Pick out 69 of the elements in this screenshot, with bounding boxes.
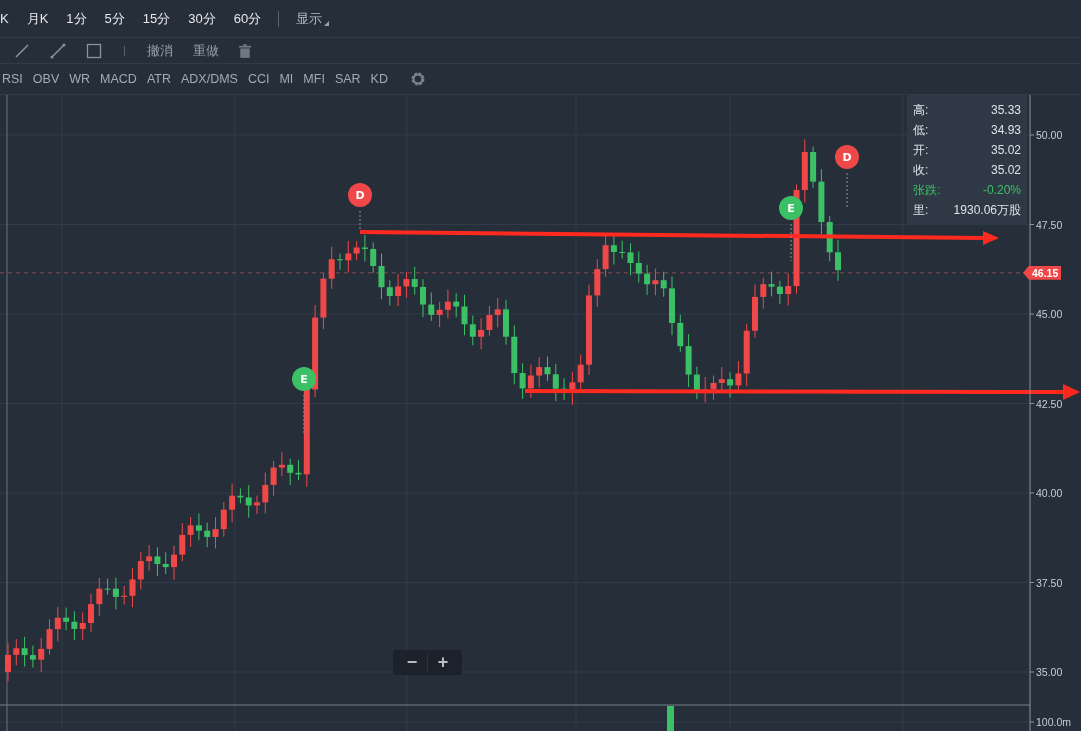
leader-line [303, 394, 305, 434]
zoom-out-button[interactable]: − [397, 650, 427, 675]
zoom-in-button[interactable]: + [428, 650, 458, 675]
marker-label: D [842, 151, 852, 164]
period-tab[interactable]: 60分 [233, 9, 262, 28]
indicator-tab[interactable]: OBV [30, 72, 62, 86]
info-value: 35.33 [990, 103, 1021, 117]
period-tab[interactable]: 5分 [104, 9, 125, 28]
candle [420, 278, 426, 318]
marker-label: E [787, 202, 795, 215]
info-value: -0.20% [982, 183, 1021, 197]
info-value: 34.93 [990, 123, 1021, 137]
info-label: 高: [913, 101, 929, 119]
info-label: 开: [913, 141, 929, 159]
candle [752, 283, 758, 339]
indicator-tab[interactable]: RSI [0, 72, 25, 86]
toolbar-action[interactable]: 撤消 [147, 41, 173, 60]
segment-tool-icon[interactable] [50, 42, 66, 59]
leader-line [790, 223, 792, 262]
toolbar-action[interactable]: 重做 [193, 41, 219, 60]
price-tick: 47.50 [1036, 218, 1063, 231]
price-tick: 37.50 [1036, 576, 1063, 589]
candle [503, 299, 509, 346]
period-tab[interactable]: 月K [26, 9, 49, 28]
info-label: 低: [913, 121, 929, 139]
rectangle-tool-icon[interactable] [86, 42, 102, 59]
price-tick: 42.50 [1036, 397, 1063, 410]
line-tool-icon[interactable] [14, 42, 30, 59]
period-tab[interactable]: 15分 [142, 9, 171, 28]
info-value: 35.02 [990, 163, 1021, 177]
candle [835, 239, 841, 282]
candle [171, 545, 177, 581]
marker-label: D [355, 189, 365, 202]
indicator-tab[interactable]: ADX/DMS [178, 72, 240, 86]
trash-icon[interactable] [239, 43, 251, 58]
info-label: 收: [913, 161, 929, 179]
candle [337, 253, 343, 271]
indicator-tab[interactable]: CCI [245, 72, 272, 86]
indicator-tab[interactable]: WR [67, 72, 93, 86]
info-value: 35.02 [990, 143, 1021, 157]
period-tab[interactable]: K [0, 11, 9, 26]
candle [669, 276, 675, 336]
settings-icon[interactable] [409, 71, 426, 87]
volume-tick: 100.0m [1036, 716, 1072, 728]
info-label: 张跌: [913, 181, 941, 199]
candle [254, 495, 260, 515]
indicator-tab[interactable]: ATR [144, 72, 173, 86]
period-tab[interactable]: 1分 [66, 9, 87, 28]
period-tab[interactable]: 30分 [188, 9, 216, 28]
indicator-tab[interactable]: MACD [98, 72, 139, 86]
last-price-tag: 46.15 [1023, 265, 1062, 280]
candle [5, 642, 11, 682]
volume-bar [667, 706, 674, 731]
price-tick: 40.00 [1036, 487, 1063, 499]
display-menu[interactable]: 显示 [296, 9, 330, 28]
info-label: 里: [913, 201, 929, 219]
info-value: 1930.06万股 [953, 201, 1021, 219]
price-tick: 50.00 [1036, 129, 1063, 141]
candle [88, 593, 94, 633]
marker-label: E [300, 373, 308, 386]
indicator-tab[interactable]: MFI [301, 72, 327, 86]
indicator-tab[interactable]: SAR [332, 72, 363, 86]
indicator-tab[interactable]: KD [368, 72, 390, 86]
leader-line [846, 172, 848, 209]
indicator-tab[interactable]: MI [277, 72, 296, 86]
price-tick: 35.00 [1036, 666, 1063, 678]
price-tick: 45.00 [1036, 308, 1063, 320]
leader-line [359, 210, 361, 232]
caret-icon [324, 20, 330, 26]
